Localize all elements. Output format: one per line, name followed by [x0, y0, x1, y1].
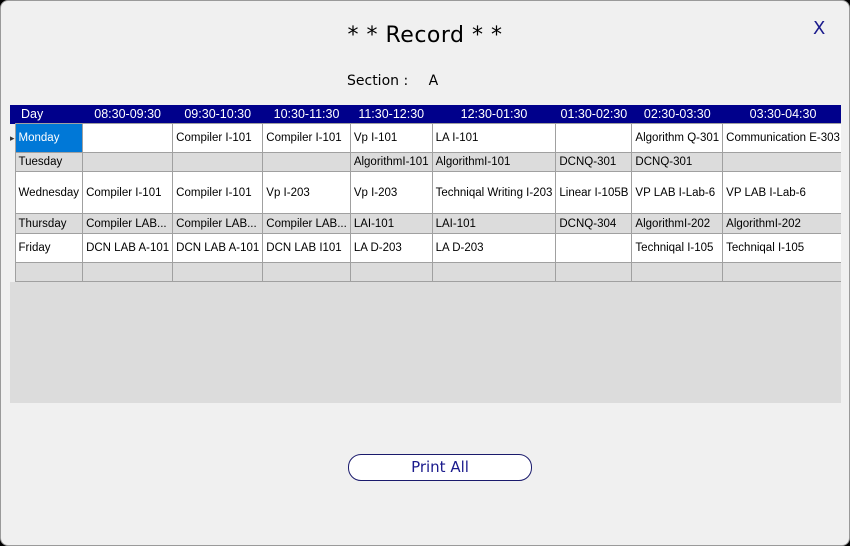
section-value: A: [428, 73, 439, 89]
schedule-cell[interactable]: VP LAB I-Lab-6: [631, 171, 724, 214]
column-header-time[interactable]: 09:30-10:30: [172, 105, 263, 124]
schedule-cell[interactable]: Compiler I-101: [82, 171, 174, 214]
section-info: Section : A: [347, 73, 438, 89]
schedule-cell[interactable]: AlgorithmI-202: [631, 213, 724, 234]
schedule-cell[interactable]: Linear I-105B: [555, 171, 633, 214]
schedule-cell[interactable]: [722, 262, 841, 282]
schedule-cell[interactable]: LA I-101: [431, 123, 557, 153]
day-cell[interactable]: Thursday: [14, 213, 84, 234]
schedule-cell[interactable]: LAI-101: [431, 213, 557, 234]
schedule-cell[interactable]: [431, 262, 557, 282]
schedule-cell[interactable]: LAI-101: [349, 213, 433, 234]
schedule-cell[interactable]: Vp I-203: [349, 171, 433, 214]
schedule-cell[interactable]: LA D-203: [431, 233, 557, 263]
header-row: Day 08:30-09:30 09:30-10:30 10:30-11:30 11:3…: [10, 105, 841, 124]
schedule-cell[interactable]: Compiler I-101: [262, 123, 351, 153]
section-label: Section :: [347, 73, 409, 89]
column-header-time[interactable]: 11:30-12:30: [350, 105, 433, 124]
schedule-cell[interactable]: AlgorithmI-101: [431, 152, 557, 172]
table-row[interactable]: Thursday Compiler LAB... Compiler LAB... Co…: [10, 213, 841, 234]
column-header-time[interactable]: 08:30-09:30: [82, 105, 173, 124]
grid-body: ▸ Monday Compiler I-101 Compiler I-101 Vp I-…: [10, 123, 841, 282]
day-cell[interactable]: [14, 262, 84, 282]
window-title: * * Record * *: [347, 23, 503, 48]
schedule-cell[interactable]: Communication E-303: [722, 123, 841, 153]
schedule-cell[interactable]: Algorithm Q-301: [631, 123, 724, 153]
schedule-cell[interactable]: [262, 152, 351, 172]
column-header-day[interactable]: Day: [15, 105, 83, 124]
schedule-cell[interactable]: DCNQ-301: [555, 152, 633, 172]
schedule-cell[interactable]: DCN LAB A-101: [82, 233, 174, 263]
schedule-cell[interactable]: DCNQ-301: [631, 152, 724, 172]
schedule-cell[interactable]: [262, 262, 351, 282]
schedule-cell[interactable]: [349, 262, 433, 282]
schedule-cell[interactable]: [555, 123, 633, 153]
day-cell[interactable]: Wednesday: [14, 171, 84, 214]
column-header-time[interactable]: 12:30-01:30: [432, 105, 556, 124]
day-cell[interactable]: Monday: [14, 123, 84, 153]
schedule-cell[interactable]: Vp I-101: [349, 123, 433, 153]
schedule-cell[interactable]: [172, 152, 264, 172]
column-header-time[interactable]: 03:30-04:30: [722, 105, 841, 124]
schedule-cell[interactable]: LA D-203: [349, 233, 433, 263]
schedule-cell[interactable]: [82, 123, 174, 153]
table-row[interactable]: Tuesday AlgorithmI-101 AlgorithmI-101 DCNQ-…: [10, 152, 841, 172]
table-row[interactable]: Friday DCN LAB A-101 DCN LAB A-101 DCN LAB …: [10, 233, 841, 263]
table-row[interactable]: ▸ Monday Compiler I-101 Compiler I-101 Vp I-…: [10, 123, 841, 153]
schedule-cell[interactable]: [722, 152, 841, 172]
print-all-button[interactable]: Print All: [348, 454, 532, 481]
day-cell[interactable]: Friday: [14, 233, 84, 263]
schedule-cell[interactable]: Compiler LAB...: [172, 213, 264, 234]
schedule-cell[interactable]: Techniqal Writing I-203: [431, 171, 557, 214]
schedule-cell[interactable]: Compiler LAB...: [262, 213, 351, 234]
table-row[interactable]: [10, 262, 841, 282]
schedule-cell[interactable]: Compiler I-101: [172, 123, 264, 153]
column-header-time[interactable]: 01:30-02:30: [555, 105, 632, 124]
schedule-cell[interactable]: Vp I-203: [262, 171, 351, 214]
schedule-cell[interactable]: Compiler LAB...: [82, 213, 174, 234]
schedule-cell[interactable]: Compiler I-101: [172, 171, 264, 214]
day-cell[interactable]: Tuesday: [14, 152, 84, 172]
table-row[interactable]: Wednesday Compiler I-101 Compiler I-101 Vp …: [10, 171, 841, 214]
schedule-cell[interactable]: [82, 152, 174, 172]
schedule-cell[interactable]: [555, 233, 633, 263]
schedule-cell[interactable]: Techniqal I-105: [722, 233, 841, 263]
schedule-cell[interactable]: [555, 262, 633, 282]
schedule-cell[interactable]: [631, 262, 724, 282]
schedule-cell[interactable]: VP LAB I-Lab-6: [722, 171, 841, 214]
schedule-cell[interactable]: DCNQ-304: [555, 213, 633, 234]
column-header-time[interactable]: 02:30-03:30: [631, 105, 723, 124]
timetable-table: Day 08:30-09:30 09:30-10:30 10:30-11:30 11:3…: [10, 105, 841, 282]
timetable-grid[interactable]: Day 08:30-09:30 09:30-10:30 10:30-11:30 11:3…: [10, 105, 841, 403]
close-button[interactable]: X: [813, 18, 825, 39]
schedule-cell[interactable]: Techniqal I-105: [631, 233, 724, 263]
schedule-cell[interactable]: [82, 262, 174, 282]
column-header-time[interactable]: 10:30-11:30: [262, 105, 351, 124]
schedule-cell[interactable]: AlgorithmI-101: [349, 152, 433, 172]
schedule-cell[interactable]: DCN LAB I101: [262, 233, 351, 263]
schedule-cell[interactable]: [172, 262, 264, 282]
schedule-cell[interactable]: DCN LAB A-101: [172, 233, 264, 263]
record-window: * * Record * * X Section : A Day 08:30-0…: [0, 0, 850, 546]
schedule-cell[interactable]: AlgorithmI-202: [722, 213, 841, 234]
